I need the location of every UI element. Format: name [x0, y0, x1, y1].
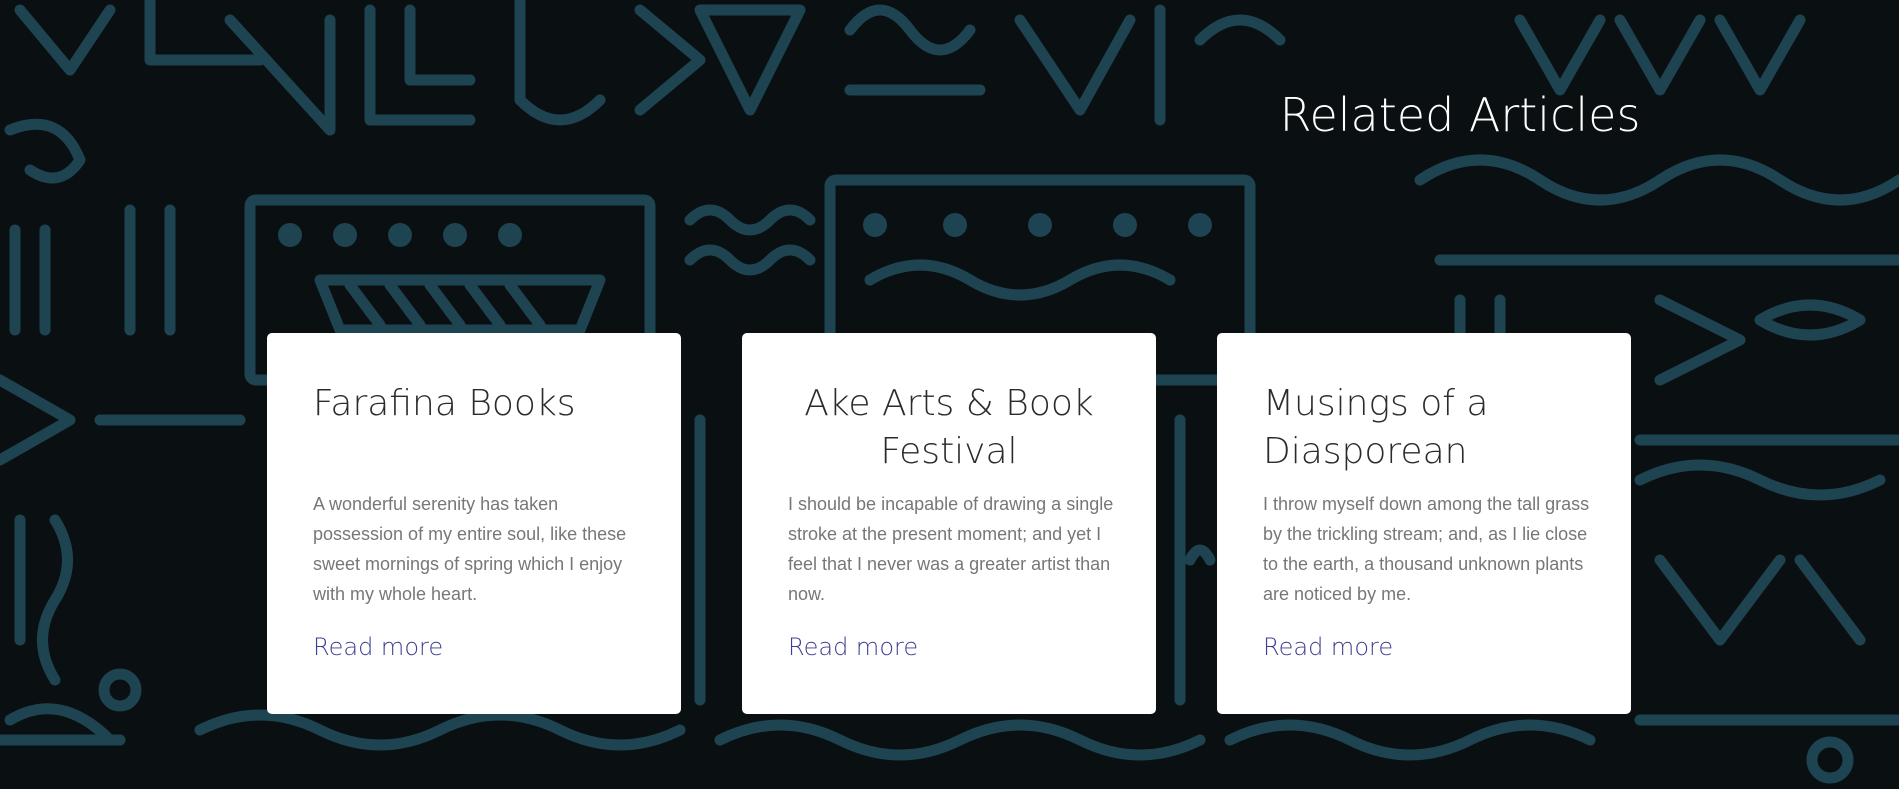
article-title: Ake Arts & Book Festival	[804, 383, 1094, 472]
article-title: Farafina Books	[313, 383, 576, 424]
related-articles-section: Related Articles Farafina Books A wonder…	[0, 0, 1899, 789]
section-title: Related Articles	[1279, 88, 1641, 142]
article-card-ake-festival: Ake Arts & Book Festival I should be inc…	[742, 333, 1156, 714]
read-more-link[interactable]: Read more	[1263, 633, 1393, 661]
article-title: Musings of a Diasporean	[1263, 383, 1489, 472]
article-card-musings-diasporean: Musings of a Diasporean I throw myself d…	[1217, 333, 1631, 714]
article-excerpt: A wonderful serenity has taken possessio…	[313, 494, 627, 604]
article-excerpt: I should be incapable of drawing a singl…	[788, 494, 1114, 604]
read-more-link[interactable]: Read more	[313, 633, 443, 661]
read-more-link[interactable]: Read more	[788, 633, 918, 661]
article-card-farafina-books: Farafina Books A wonderful serenity has …	[267, 333, 681, 714]
article-excerpt: I throw myself down among the tall grass…	[1263, 494, 1590, 604]
